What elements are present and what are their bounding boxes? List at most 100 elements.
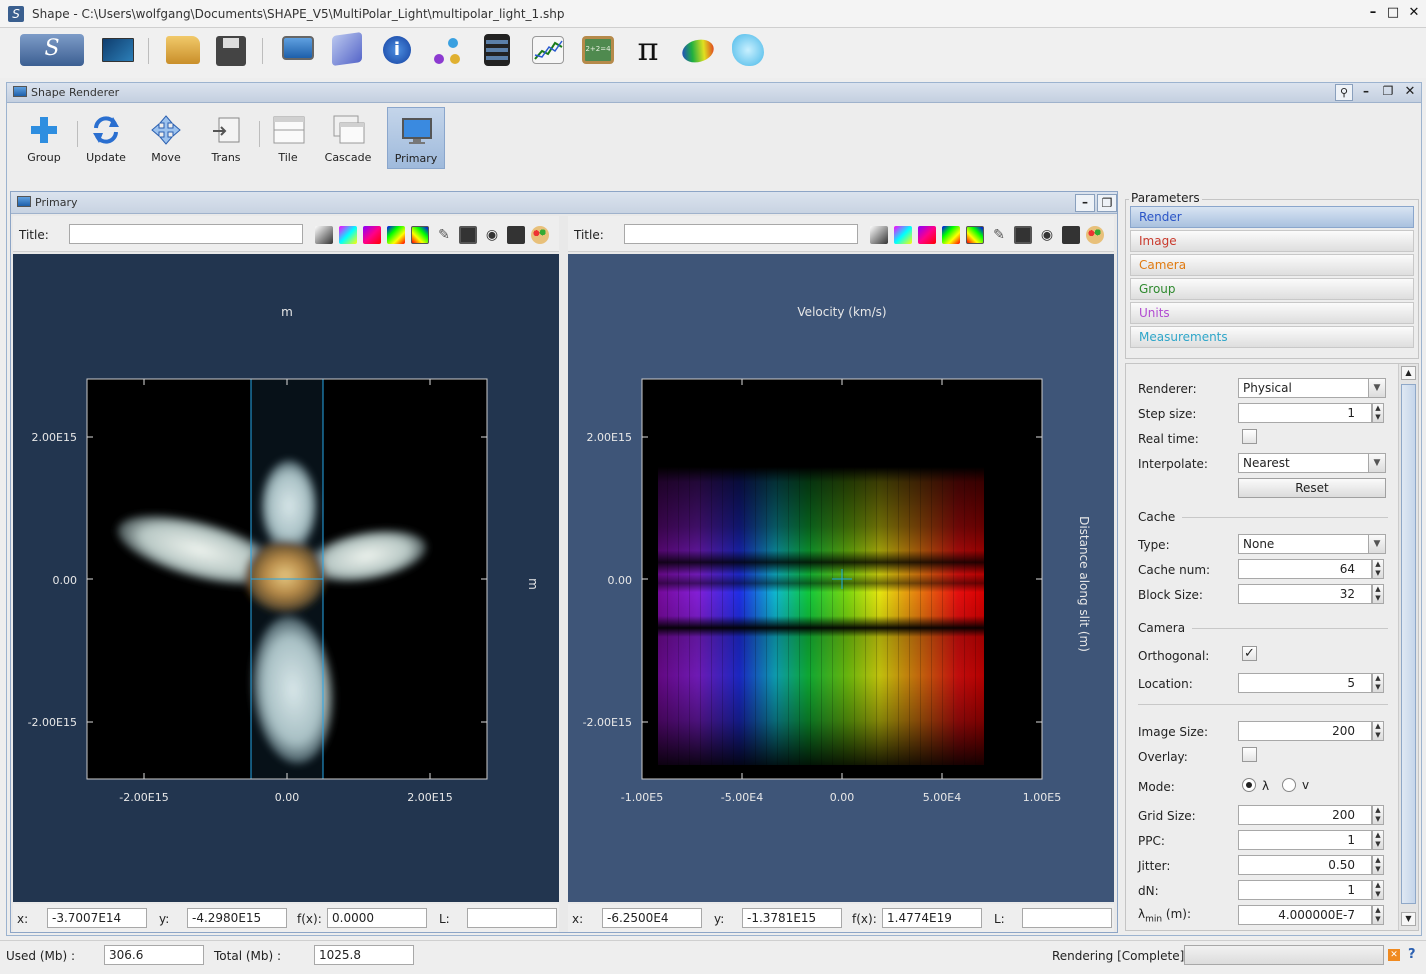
tab-group[interactable]: Group (1130, 278, 1414, 300)
spatial-plot[interactable]: m m -2.00E15 0.00 2.00E15 2.00E15 0.00 -… (13, 254, 559, 902)
save-disk-icon[interactable] (216, 36, 246, 66)
chart-icon[interactable] (532, 36, 564, 64)
mode-lambda-radio[interactable] (1242, 778, 1256, 792)
close-button[interactable]: ✕ (1405, 6, 1423, 22)
trans-button[interactable]: Trans (197, 107, 255, 169)
folder-open-icon[interactable] (166, 36, 200, 64)
spinner-icon[interactable]: ▲ ▼ (1372, 905, 1384, 925)
image-export-icon[interactable] (459, 226, 477, 244)
f-value[interactable]: 1.4774E19 (882, 908, 982, 928)
x-value[interactable]: -6.2500E4 (602, 908, 702, 928)
chevron-down-icon[interactable]: ▼ (1368, 453, 1386, 473)
y-value[interactable]: -1.3781E15 (742, 908, 842, 928)
title-input[interactable] (69, 224, 303, 244)
ppc-field[interactable]: 1 (1238, 830, 1372, 850)
location-field[interactable]: 5 (1238, 673, 1372, 693)
monitor-icon[interactable] (282, 36, 314, 60)
cancel-render-icon[interactable]: ✕ (1388, 949, 1400, 961)
orthogonal-checkbox[interactable]: ✓ (1242, 646, 1257, 661)
save-disk-icon[interactable] (507, 226, 525, 244)
scrollbar-thumb[interactable] (1401, 384, 1416, 904)
image-size-field[interactable]: 200 (1238, 721, 1372, 741)
save-disk-icon[interactable] (1062, 226, 1080, 244)
group-button[interactable]: Group (15, 107, 73, 169)
restore-button[interactable]: ❐ (1097, 194, 1117, 212)
spectrum-colormap-icon[interactable] (411, 226, 429, 244)
mode-velocity-radio[interactable] (1282, 778, 1296, 792)
cascade-button[interactable]: Cascade (319, 107, 377, 169)
spinner-icon[interactable]: ▲ ▼ (1372, 559, 1384, 579)
cache-num-field[interactable]: 64 (1238, 559, 1372, 579)
grayscale-icon[interactable] (870, 226, 888, 244)
pi-icon[interactable]: π (632, 32, 664, 68)
pastel-colormap-icon[interactable] (894, 226, 912, 244)
wrench-icon[interactable]: ✎ (435, 226, 453, 244)
step-size-field[interactable]: 1 (1238, 403, 1372, 423)
palette-icon[interactable] (531, 226, 549, 244)
grayscale-icon[interactable] (315, 226, 333, 244)
L-value[interactable] (1022, 908, 1112, 928)
pv-plot[interactable]: Velocity (km/s) Distance along slit (m) … (568, 254, 1114, 902)
shape-logo-icon[interactable]: S (20, 34, 84, 66)
minimize-button[interactable]: – (1357, 84, 1375, 101)
palette-icon[interactable] (1086, 226, 1104, 244)
tab-measurements[interactable]: Measurements (1130, 326, 1414, 348)
rainbow-colormap-icon[interactable] (942, 226, 960, 244)
move-button[interactable]: Move (137, 107, 195, 169)
title-input[interactable] (624, 224, 858, 244)
tab-units[interactable]: Units (1130, 302, 1414, 324)
renderer-select[interactable]: Physical (1238, 378, 1372, 398)
chevron-down-icon[interactable]: ▼ (1368, 534, 1386, 554)
cube-icon[interactable] (332, 31, 362, 67)
tab-camera[interactable]: Camera (1130, 254, 1414, 276)
close-button[interactable]: ✕ (1401, 84, 1419, 101)
grid-size-field[interactable]: 200 (1238, 805, 1372, 825)
pin-icon[interactable]: ⚲ (1335, 84, 1353, 101)
restore-button[interactable]: ❐ (1379, 84, 1397, 101)
tab-render[interactable]: Render (1130, 206, 1414, 228)
reset-button[interactable]: Reset (1238, 478, 1386, 498)
spinner-icon[interactable]: ▲ ▼ (1372, 584, 1384, 604)
splash-icon[interactable] (732, 34, 764, 66)
image-export-icon[interactable] (1014, 226, 1032, 244)
overlay-checkbox[interactable] (1242, 747, 1257, 762)
y-value[interactable]: -4.2980E15 (187, 908, 287, 928)
ellipsoid-icon[interactable] (679, 36, 717, 66)
spinner-icon[interactable]: ▲ ▼ (1372, 855, 1384, 875)
block-size-field[interactable]: 32 (1238, 584, 1372, 604)
magenta-colormap-icon[interactable] (363, 226, 381, 244)
tile-button[interactable]: Tile (259, 107, 317, 169)
spinner-icon[interactable]: ▲ ▼ (1372, 805, 1384, 825)
help-icon[interactable]: ? (1408, 947, 1416, 962)
L-value[interactable] (467, 908, 557, 928)
spinner-icon[interactable]: ▲ ▼ (1372, 880, 1384, 900)
primary-button[interactable]: Primary (387, 107, 445, 169)
rainbow-colormap-icon[interactable] (387, 226, 405, 244)
jitter-field[interactable]: 0.50 (1238, 855, 1372, 875)
lambda-min-field[interactable]: 4.000000E-7 (1238, 905, 1372, 925)
info-icon[interactable]: i (383, 36, 411, 64)
magenta-colormap-icon[interactable] (918, 226, 936, 244)
chevron-down-icon[interactable]: ▼ (1368, 378, 1386, 398)
wrench-icon[interactable]: ✎ (990, 226, 1008, 244)
maximize-button[interactable]: □ (1384, 6, 1402, 22)
film-icon[interactable] (484, 34, 510, 66)
minimize-button[interactable]: – (1075, 194, 1095, 212)
x-value[interactable]: -3.7007E14 (47, 908, 147, 928)
update-button[interactable]: Update (77, 107, 135, 169)
chalkboard-icon[interactable]: 2+2=4 (582, 36, 614, 64)
minimize-button[interactable]: – (1364, 6, 1382, 22)
vertical-scrollbar[interactable]: ▲ ▼ (1398, 364, 1418, 930)
spectrum-colormap-icon[interactable] (966, 226, 984, 244)
f-value[interactable]: 0.0000 (327, 908, 427, 928)
spinner-icon[interactable]: ▲ ▼ (1372, 721, 1384, 741)
eye-icon[interactable]: ◉ (1038, 226, 1056, 244)
tab-image[interactable]: Image (1130, 230, 1414, 252)
pastel-colormap-icon[interactable] (339, 226, 357, 244)
molecule-icon[interactable] (432, 36, 462, 66)
spinner-icon[interactable]: ▲ ▼ (1372, 673, 1384, 693)
real-time-checkbox[interactable] (1242, 429, 1257, 444)
render-display-icon[interactable] (102, 38, 134, 62)
cache-type-select[interactable]: None (1238, 534, 1372, 554)
spinner-icon[interactable]: ▲ ▼ (1372, 830, 1384, 850)
